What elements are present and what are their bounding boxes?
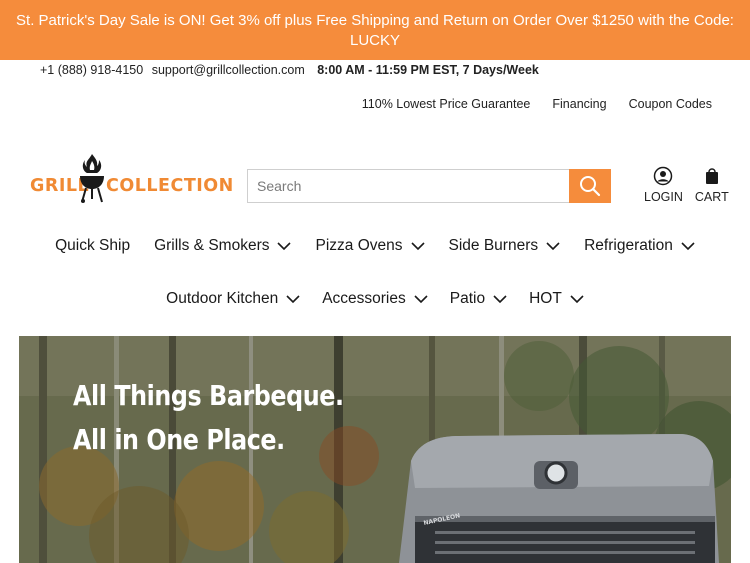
chevron-down-icon [493,294,507,303]
phone-number[interactable]: +1 (888) 918-4150 [40,63,143,77]
main-navigation: Quick Ship Grills & Smokers Pizza Ovens … [0,236,750,309]
search-icon [580,176,601,197]
hero-headline: All Things Barbeque. All in One Place. [73,374,344,462]
nav-item-grills-smokers[interactable]: Grills & Smokers [154,236,292,256]
search-bar [247,169,611,203]
contact-info: +1 (888) 918-4150 support@grillcollectio… [40,63,544,77]
search-button[interactable] [569,169,611,203]
nav-item-accessories[interactable]: Accessories [322,289,428,309]
site-logo[interactable]: GRILL COLLECTION [30,152,233,206]
nav-item-side-burners[interactable]: Side Burners [449,236,561,256]
chevron-down-icon [570,294,584,303]
shopping-bag-icon [705,168,718,184]
hero-title-line2: All in One Place. [73,423,285,456]
coupon-codes-link[interactable]: Coupon Codes [629,97,712,111]
nav-label: Outdoor Kitchen [166,290,279,307]
nav-item-hot[interactable]: HOT [529,289,584,309]
chevron-down-icon [286,294,300,303]
account-links: LOGIN CART [644,166,729,204]
nav-label: Patio [449,290,486,307]
hero-title-line1: All Things Barbeque. [73,379,344,412]
nav-item-outdoor-kitchen[interactable]: Outdoor Kitchen [166,289,300,309]
nav-item-patio[interactable]: Patio [450,289,507,309]
nav-label: Refrigeration [584,237,673,254]
nav-label: Accessories [322,290,406,307]
nav-row-1: Quick Ship Grills & Smokers Pizza Ovens … [0,236,750,256]
cart-label: CART [694,190,729,204]
login-link[interactable]: LOGIN [644,166,683,204]
nav-row-2: Outdoor Kitchen Accessories Patio HOT [0,289,750,309]
business-hours: 8:00 AM - 11:59 PM EST, 7 Days/Week [317,63,539,77]
grill-flame-icon [80,154,104,203]
promo-text-line2: LUCKY [349,32,401,49]
search-input[interactable] [248,170,570,202]
support-email[interactable]: support@grillcollection.com [152,63,305,77]
login-label: LOGIN [644,190,683,204]
nav-item-quick-ship[interactable]: Quick Ship [55,236,130,256]
lowest-price-guarantee-link[interactable]: 110% Lowest Price Guarantee [362,97,531,111]
nav-item-pizza-ovens[interactable]: Pizza Ovens [315,236,425,256]
nav-label: Grills & Smokers [154,237,270,254]
logo-word-collection: COLLECTION [106,176,234,196]
nav-label: HOT [529,290,562,307]
cart-link[interactable]: CART [695,166,729,204]
promo-text-line1: St. Patrick's Day Sale is ON! Get 3% off… [16,12,734,29]
nav-label: Quick Ship [55,237,131,254]
chevron-down-icon [414,294,428,303]
chevron-down-icon [410,241,425,250]
chevron-down-icon [277,241,292,250]
nav-item-refrigeration[interactable]: Refrigeration [584,236,695,256]
nav-label: Side Burners [448,237,539,254]
nav-label: Pizza Ovens [315,237,403,254]
financing-link[interactable]: Financing [552,97,606,111]
promo-banner: St. Patrick's Day Sale is ON! Get 3% off… [0,0,750,60]
hero-banner[interactable]: NAPOLEON All Things Barbeque. All in One… [19,336,731,563]
chevron-down-icon [546,241,560,250]
utility-links: 110% Lowest Price Guarantee Financing Co… [362,97,712,111]
chevron-down-icon [681,241,695,250]
user-icon [654,166,673,186]
